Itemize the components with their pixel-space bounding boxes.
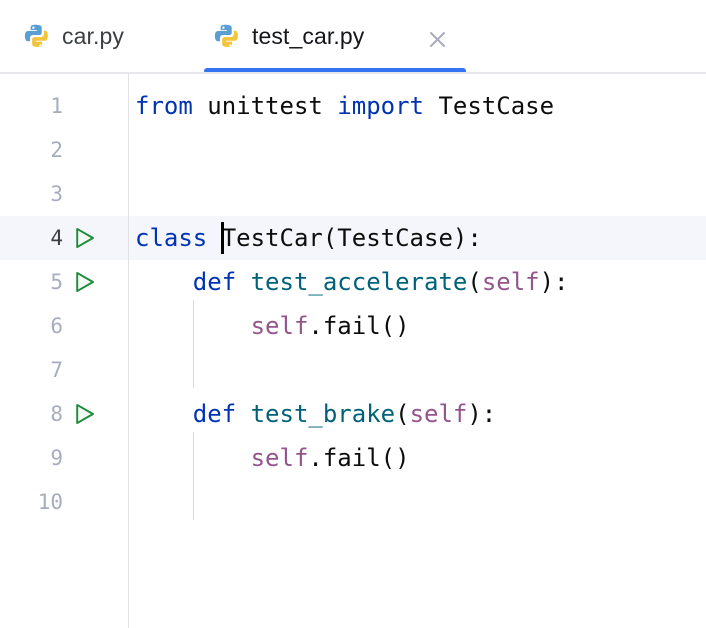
line-number: 10 [0,480,63,524]
code-token-self: self [251,312,309,340]
line-number: 6 [0,304,63,348]
code-token-plain [135,268,193,296]
code-line: def test_brake(self): [129,392,706,436]
code-token-keyword: from [135,92,193,120]
code-line [129,348,706,392]
gutter-row: 8 [0,392,129,436]
gutter-row: 1 [0,84,129,128]
code-token-plain [135,400,193,428]
code-token-plain [236,268,250,296]
code-token-keyword: def [193,400,236,428]
code-token-self: self [251,444,309,472]
code-token-punct: ( [395,400,409,428]
line-number: 3 [0,172,63,216]
code-line [129,128,706,172]
run-test-icon[interactable] [74,227,96,249]
tab-test-car-py[interactable]: test_car.py [204,0,374,72]
tab-label: car.py [62,23,124,50]
code-token-plain: unittest [193,92,338,120]
line-number: 8 [0,392,63,436]
code-token-keyword: def [193,268,236,296]
code-token-plain: TestCar(TestCase): [207,224,482,252]
code-token-plain: .fail() [308,312,409,340]
close-icon[interactable] [424,26,450,52]
code-token-function: test_accelerate [251,268,468,296]
gutter-row: 3 [0,172,129,216]
run-test-icon[interactable] [74,271,96,293]
editor-body: 12345678910 from unittest import TestCas… [0,74,706,628]
code-token-plain: .fail() [308,444,409,472]
line-number: 9 [0,436,63,480]
line-number: 7 [0,348,63,392]
code-line [129,480,706,524]
indent-guide [193,432,194,520]
indent-guide [193,300,194,388]
code-token-plain: TestCase [424,92,554,120]
code-line [129,172,706,216]
tab-car-py[interactable]: car.py [14,0,134,72]
code-line: def test_accelerate(self): [129,260,706,304]
editor-gutter[interactable]: 12345678910 [0,74,129,628]
gutter-row: 4 [0,216,129,260]
gutter-row: 10 [0,480,129,524]
code-token-keyword: import [337,92,424,120]
code-token-self: self [410,400,468,428]
code-text-area[interactable]: from unittest import TestCase class TestC… [129,74,706,628]
text-caret [221,222,224,254]
code-line: self.fail() [129,304,706,348]
gutter-row: 9 [0,436,129,480]
python-file-icon [24,23,50,49]
gutter-row: 6 [0,304,129,348]
code-editor-window: car.py test_car.py 12345678910 [0,0,706,628]
line-number: 5 [0,260,63,304]
code-token-keyword: class [135,224,207,252]
code-token-self: self [482,268,540,296]
line-number: 4 [0,216,63,260]
code-token-punct: ): [467,400,496,428]
code-line: class TestCar(TestCase): [129,216,706,260]
code-token-punct: ): [540,268,569,296]
code-line: from unittest import TestCase [129,84,706,128]
python-file-icon [214,23,240,49]
run-test-icon[interactable] [74,403,96,425]
code-line: self.fail() [129,436,706,480]
gutter-row: 5 [0,260,129,304]
tab-label: test_car.py [252,23,364,50]
editor-tab-bar: car.py test_car.py [0,0,706,74]
code-token-function: test_brake [251,400,396,428]
gutter-row: 2 [0,128,129,172]
line-number: 2 [0,128,63,172]
code-token-plain [236,400,250,428]
gutter-row: 7 [0,348,129,392]
line-number: 1 [0,84,63,128]
code-token-punct: ( [467,268,481,296]
